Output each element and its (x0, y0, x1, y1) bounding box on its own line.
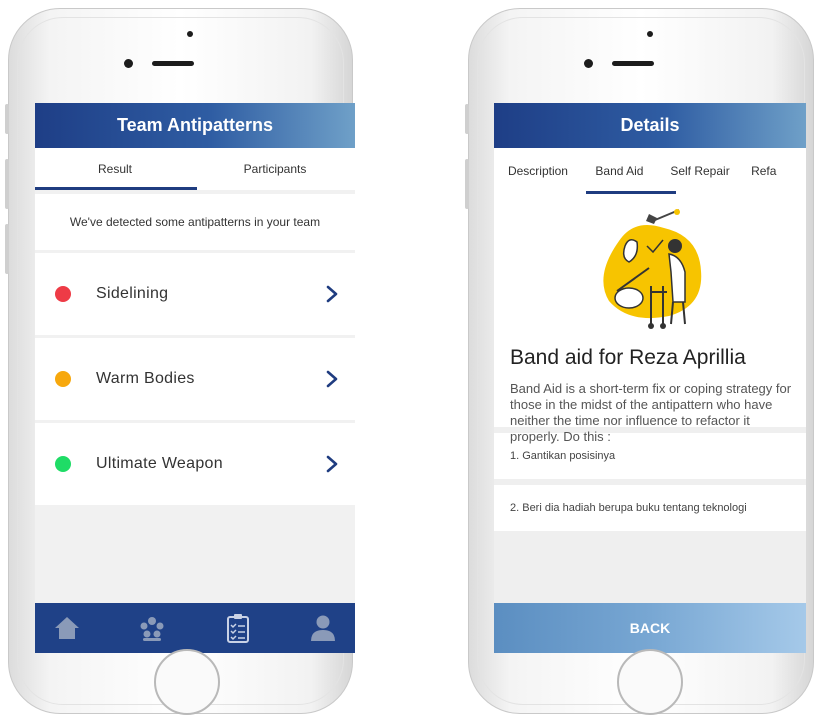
team-icon[interactable] (132, 608, 172, 648)
antipattern-label: Warm Bodies (96, 370, 195, 387)
left-phone-frame: Team Antipatterns Result Participants We… (5, 8, 355, 715)
profile-icon[interactable] (303, 608, 343, 648)
app-bar: Team Antipatterns (35, 103, 355, 148)
sensor-dot (187, 31, 193, 37)
front-camera (124, 59, 133, 68)
active-tab-indicator (35, 187, 197, 190)
back-button[interactable]: BACK (494, 603, 806, 653)
page-title: Details (620, 115, 680, 135)
volume-up-button (5, 159, 9, 209)
sensor-dot (647, 31, 653, 37)
band-aid-description: Band Aid is a short-term fix or coping s… (510, 381, 792, 444)
band-aid-illustration-icon (603, 209, 702, 329)
red-status-dot (55, 286, 71, 302)
right-phone-frame: Details Description Band Aid Self Repair… (465, 8, 814, 715)
band-aid-content: Band aid for Reza Aprillia Band Aid is a… (494, 194, 806, 444)
yellow-status-dot (55, 371, 71, 387)
page-title: Team Antipatterns (116, 115, 274, 135)
antipattern-item-warm-bodies[interactable]: Warm Bodies (35, 338, 355, 420)
chevron-right-icon[interactable] (317, 364, 347, 394)
detection-notice: We've detected some antipatterns in your… (35, 194, 355, 250)
bottom-navigation (35, 603, 355, 653)
antipattern-label: Ultimate Weapon (96, 455, 223, 472)
home-button[interactable] (617, 649, 683, 715)
volume-up-button (465, 159, 469, 209)
chevron-right-icon[interactable] (317, 449, 347, 479)
left-screen: Team Antipatterns Result Participants We… (35, 103, 355, 653)
earpiece-speaker (152, 61, 194, 66)
chevron-right-icon[interactable] (317, 279, 347, 309)
tab-description[interactable]: Description (494, 148, 582, 194)
antipattern-label: Sidelining (96, 285, 169, 302)
tab-refactor[interactable]: Refa (743, 148, 806, 194)
earpiece-speaker (612, 61, 654, 66)
tab-bar: Description Band Aid Self Repair Refa (494, 148, 806, 194)
tab-result[interactable]: Result (35, 148, 195, 190)
antipattern-item-sidelining[interactable]: Sidelining (35, 253, 355, 335)
mute-switch (5, 104, 9, 134)
home-button[interactable] (154, 649, 220, 715)
mute-switch (465, 104, 469, 134)
home-icon[interactable] (47, 608, 87, 648)
tab-participants[interactable]: Participants (195, 148, 355, 190)
tab-bar: Result Participants (35, 148, 355, 190)
list-item: 2. Beri dia hadiah berupa buku tentang t… (494, 485, 806, 531)
right-screen: Details Description Band Aid Self Repair… (494, 103, 806, 653)
antipattern-item-ultimate-weapon[interactable]: Ultimate Weapon (35, 423, 355, 505)
volume-down-button (5, 224, 9, 274)
green-status-dot (55, 456, 71, 472)
front-camera (584, 59, 593, 68)
app-bar: Details (494, 103, 806, 148)
checklist-icon[interactable] (218, 608, 258, 648)
tab-band-aid[interactable]: Band Aid (582, 148, 657, 194)
band-aid-heading: Band aid for Reza Aprillia (510, 346, 746, 369)
tab-self-repair[interactable]: Self Repair (657, 148, 743, 194)
